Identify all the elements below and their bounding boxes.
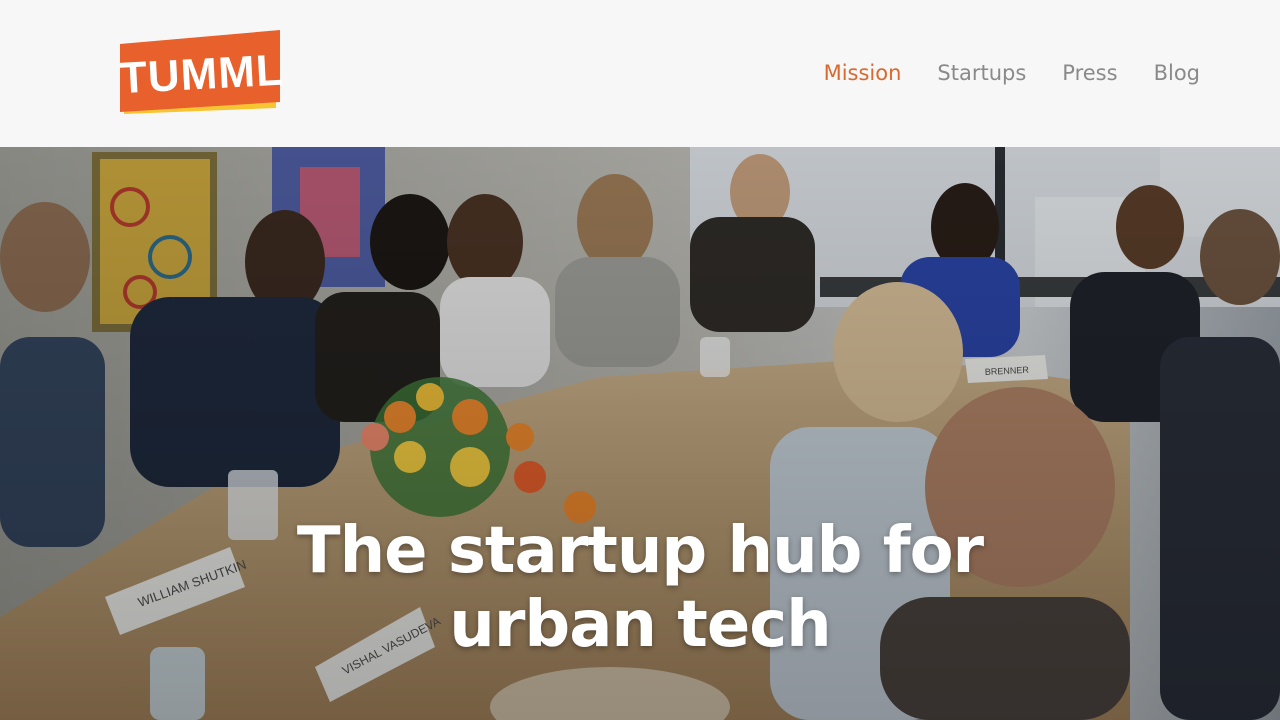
hero-section: WILLIAM SHUTKIN VISHAL VASUDEVA BRENNER Th… [0,147,1280,720]
hero-title: The startup hub for urban tech [0,514,1280,662]
main-nav: Mission Startups Press Blog [824,58,1200,88]
tumml-logo[interactable]: TUMML [118,30,285,114]
nav-item-startups[interactable]: Startups [937,58,1026,88]
logo-text: TUMML [118,45,285,104]
nav-item-press[interactable]: Press [1062,58,1117,88]
nav-item-mission[interactable]: Mission [824,58,902,88]
site-header: TUMML Mission Startups Press Blog [0,0,1280,147]
hero-title-line-2: urban tech [449,588,831,662]
nav-item-blog[interactable]: Blog [1154,58,1200,88]
hero-title-line-1: The startup hub for [296,514,984,588]
